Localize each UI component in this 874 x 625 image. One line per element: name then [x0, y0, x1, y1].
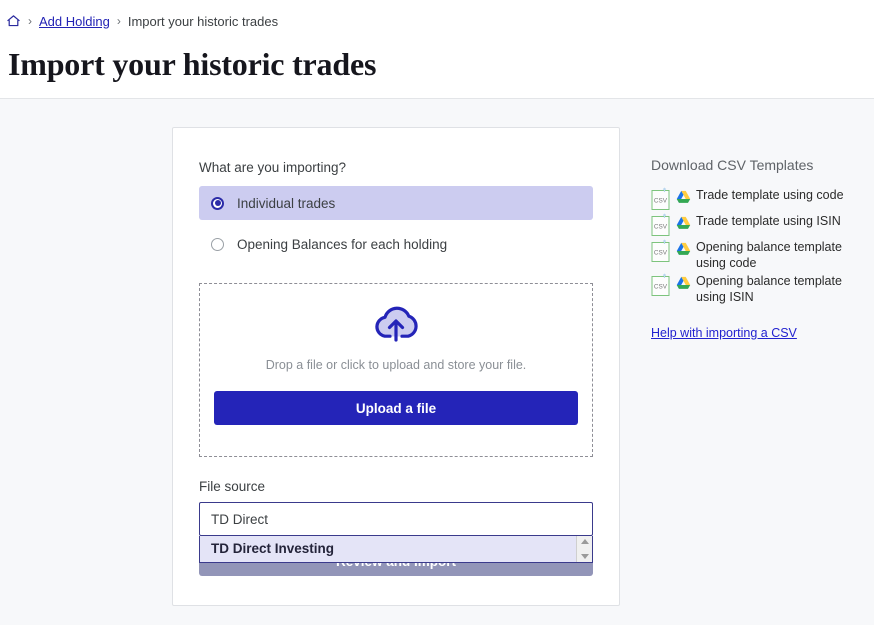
csv-templates-sidebar: Download CSV Templates CSV Trade templat…: [651, 157, 866, 342]
breadcrumb-separator-1: ›: [28, 15, 32, 27]
import-type-label: What are you importing?: [199, 160, 593, 175]
help-with-importing-csv-link[interactable]: Help with importing a CSV: [651, 326, 797, 340]
scroll-down-arrow-icon[interactable]: [581, 554, 589, 559]
file-source-combobox[interactable]: TD Direct Investing: [199, 502, 593, 536]
page-title: Import your historic trades: [0, 31, 874, 83]
breadcrumb-separator-2: ›: [117, 15, 121, 27]
google-drive-icon: [676, 242, 691, 261]
file-source-label: File source: [199, 479, 593, 494]
svg-text:CSV: CSV: [654, 198, 668, 205]
csv-file-icon: CSV: [651, 239, 671, 263]
radio-label-individual-trades: Individual trades: [237, 196, 335, 211]
file-source-input[interactable]: [199, 502, 593, 536]
scroll-up-arrow-icon[interactable]: [581, 539, 589, 544]
upload-a-file-button[interactable]: Upload a file: [214, 391, 578, 425]
radio-option-opening-balances[interactable]: Opening Balances for each holding: [199, 227, 593, 261]
google-drive-icon: [676, 276, 691, 295]
dropzone-hint-text: Drop a file or click to upload and store…: [214, 358, 578, 372]
file-dropzone[interactable]: Drop a file or click to upload and store…: [199, 283, 593, 457]
page-header: › Add Holding › Import your historic tra…: [0, 0, 874, 99]
file-source-option-td-direct-investing[interactable]: TD Direct Investing: [200, 536, 576, 562]
svg-text:CSV: CSV: [654, 224, 668, 231]
file-source-suggestion-list[interactable]: TD Direct Investing: [199, 536, 593, 563]
radio-option-individual-trades[interactable]: Individual trades: [199, 186, 593, 220]
csv-file-icon: CSV: [651, 187, 671, 211]
suggestion-list-scrollbar[interactable]: [576, 536, 592, 562]
template-label: Opening balance template using code: [696, 239, 854, 271]
template-link-opening-balance-isin[interactable]: CSV Opening balance template using ISIN: [651, 273, 866, 305]
svg-text:CSV: CSV: [654, 250, 668, 257]
radio-icon-individual-trades[interactable]: [211, 197, 224, 210]
template-label: Trade template using ISIN: [696, 213, 841, 230]
radio-icon-opening-balances[interactable]: [211, 238, 224, 251]
template-label: Trade template using code: [696, 187, 844, 204]
breadcrumb-current: Import your historic trades: [128, 14, 278, 29]
csv-file-icon: CSV: [651, 273, 671, 297]
template-link-opening-balance-code[interactable]: CSV Opening balance template using code: [651, 239, 866, 271]
cloud-upload-icon: [214, 302, 578, 344]
breadcrumb: › Add Holding › Import your historic tra…: [0, 11, 874, 31]
template-label: Opening balance template using ISIN: [696, 273, 854, 305]
sidebar-title: Download CSV Templates: [651, 157, 866, 173]
svg-text:CSV: CSV: [654, 284, 668, 291]
template-link-trade-code[interactable]: CSV Trade template using code: [651, 187, 866, 211]
breadcrumb-link-add-holding[interactable]: Add Holding: [39, 14, 110, 29]
page-body: What are you importing? Individual trade…: [0, 99, 874, 625]
template-link-trade-isin[interactable]: CSV Trade template using ISIN: [651, 213, 866, 237]
home-icon[interactable]: [6, 14, 21, 28]
csv-file-icon: CSV: [651, 213, 671, 237]
import-card: What are you importing? Individual trade…: [172, 127, 620, 606]
radio-label-opening-balances: Opening Balances for each holding: [237, 237, 447, 252]
google-drive-icon: [676, 216, 691, 235]
google-drive-icon: [676, 190, 691, 209]
